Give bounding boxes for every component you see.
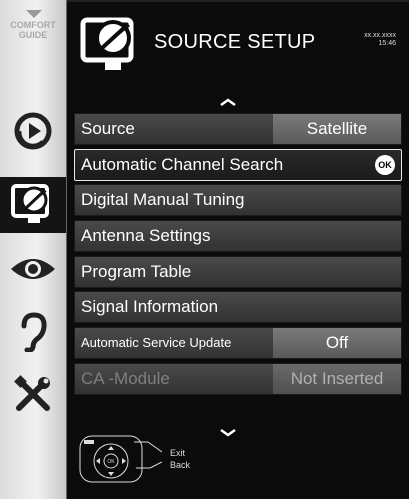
tools-icon: [14, 375, 50, 411]
menu-item-label: Digital Manual Tuning: [81, 190, 245, 210]
ca-module-value: Not Inserted: [273, 363, 401, 394]
menu-item-label: Program Table: [81, 261, 192, 281]
header-bar: [66, 0, 409, 2]
chevron-up-icon[interactable]: [218, 96, 238, 108]
date-label: xx.xx.xxxx: [364, 32, 396, 39]
remote-navigation-icon: OK: [79, 435, 162, 483]
satellite-dish-icon: [11, 184, 49, 223]
menu-item-source[interactable]: Source Satellite: [74, 113, 402, 145]
source-setup-header-icon: [79, 16, 143, 76]
menu-item-label: Source: [81, 119, 135, 138]
sidebar-item-settings[interactable]: [0, 366, 66, 422]
comfort-guide-sidebar: COMFORT GUIDE: [0, 0, 67, 499]
menu-item-label: Automatic Channel Search: [81, 154, 284, 174]
menu-item-label: Signal Information: [81, 297, 219, 317]
menu-item-automatic-channel-search[interactable]: Automatic Channel Search OK: [74, 148, 402, 181]
time-label: 15:46: [378, 40, 396, 47]
remote-ok-label: OK: [107, 459, 115, 465]
menu-item-ca-module: CA -Module Not Inserted: [74, 362, 402, 395]
menu-item-program-table[interactable]: Program Table: [74, 255, 402, 288]
source-value[interactable]: Satellite: [273, 114, 401, 144]
ok-badge: OK: [375, 154, 395, 175]
sidebar-item-source[interactable]: [0, 103, 66, 159]
eye-icon: [11, 259, 55, 279]
sidebar-item-sound[interactable]: [0, 304, 66, 360]
menu-item-automatic-service-update[interactable]: Automatic Service Update Off: [74, 327, 402, 360]
back-hint: Back: [170, 460, 191, 470]
menu-item-label: Antenna Settings: [81, 226, 211, 246]
comfort-guide-label: COMFORT GUIDE: [10, 20, 56, 40]
exit-hint: Exit: [170, 448, 186, 458]
sidebar-item-picture[interactable]: [0, 241, 66, 297]
chevron-up-icon[interactable]: [26, 10, 42, 18]
source-play-icon: [14, 112, 52, 150]
automatic-service-update-value[interactable]: Off: [273, 328, 401, 359]
source-setup-menu: Source Satellite Automatic Channel Searc…: [74, 113, 402, 399]
menu-item-antenna-settings[interactable]: Antenna Settings: [74, 220, 402, 253]
sidebar-item-source-setup[interactable]: [0, 177, 66, 233]
menu-item-digital-manual-tuning[interactable]: Digital Manual Tuning: [74, 184, 402, 217]
ear-icon: [21, 312, 47, 352]
menu-item-label: CA -Module: [81, 368, 170, 388]
page-title: SOURCE SETUP: [154, 31, 316, 53]
menu-item-label: Automatic Service Update: [81, 335, 232, 351]
chevron-down-icon[interactable]: [218, 427, 238, 439]
menu-item-signal-information[interactable]: Signal Information: [74, 291, 402, 324]
satellite-dish-icon: [80, 17, 134, 70]
